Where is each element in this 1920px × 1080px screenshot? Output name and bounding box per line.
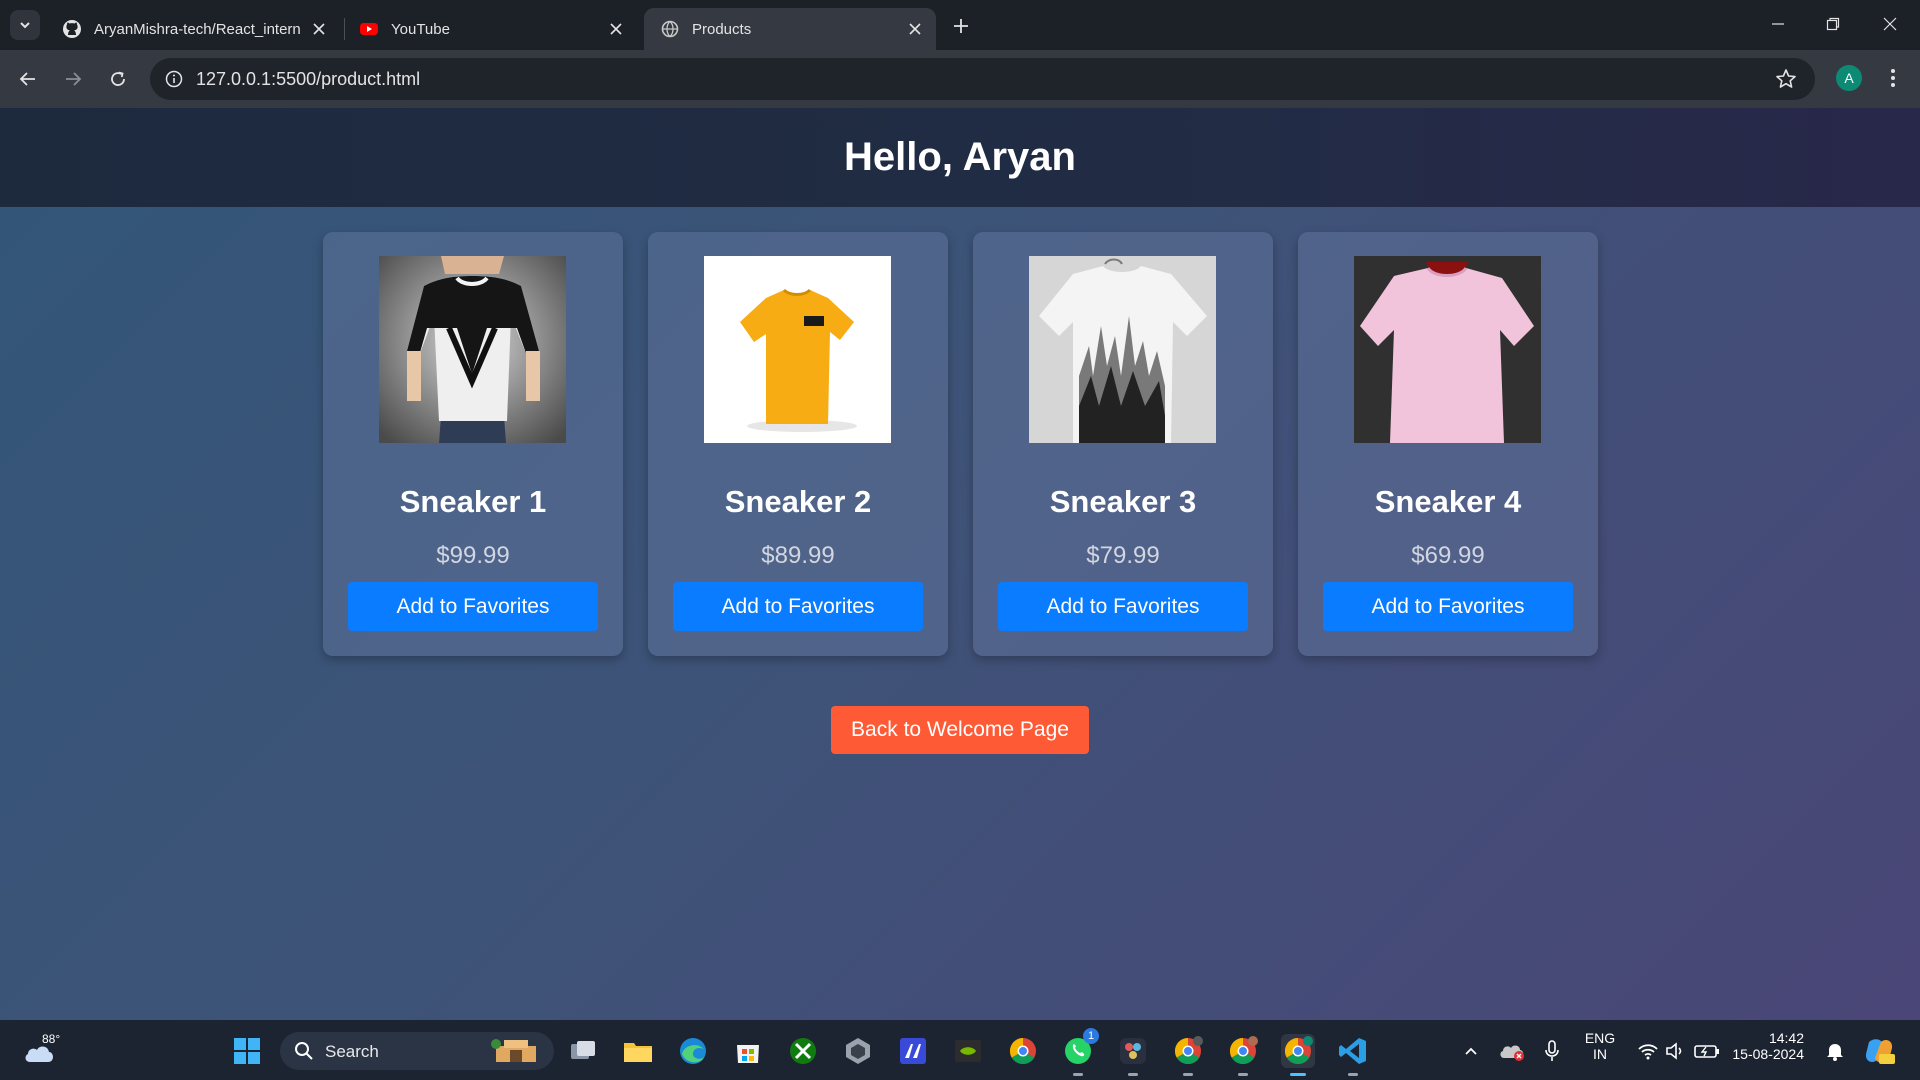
product-card: Sneaker 4 $69.99 Add to Favorites [1298,232,1598,656]
close-icon[interactable] [906,20,924,38]
chrome-profile-icon[interactable] [1171,1034,1205,1076]
search-icon [295,1042,313,1060]
product-image [1029,256,1216,443]
add-to-favorites-button[interactable]: Add to Favorites [348,582,598,631]
close-icon[interactable] [310,20,328,38]
globe-icon [660,19,680,39]
bookmark-star-icon[interactable] [1775,68,1797,90]
plus-icon [954,19,968,33]
clock-date: 15-08-2024 [1732,1046,1804,1062]
volume-icon[interactable] [1662,1034,1690,1068]
chrome-icon[interactable] [1006,1034,1040,1068]
close-icon[interactable] [607,20,625,38]
product-price: $79.99 [1086,542,1160,569]
product-name: Sneaker 4 [1374,484,1522,519]
close-icon [1883,17,1897,31]
microphone-icon[interactable] [1539,1034,1565,1068]
vscode-icon[interactable] [1336,1034,1370,1076]
product-price: $89.99 [761,542,835,569]
clock[interactable]: 14:42 15-08-2024 [1730,1030,1804,1062]
youtube-icon [359,19,379,39]
chevron-down-icon [20,22,30,29]
edge-browser-icon[interactable] [676,1034,710,1068]
chrome-profile-icon[interactable] [1226,1034,1260,1076]
minimize-button[interactable] [1758,8,1798,40]
microsoft-store-icon[interactable] [731,1034,765,1068]
reload-button[interactable] [102,63,134,95]
chrome-active-icon[interactable] [1281,1034,1315,1076]
chevron-up-icon[interactable] [1458,1034,1484,1068]
hexagon-app-icon[interactable] [841,1034,875,1068]
resolve-app-icon[interactable] [1116,1034,1150,1076]
minimize-icon [1772,23,1784,25]
arrow-right-icon [66,72,82,86]
editor-app-icon[interactable] [896,1034,930,1068]
address-bar[interactable]: 127.0.0.1:5500/product.html [150,58,1815,100]
profile-avatar[interactable]: A [1836,65,1862,91]
task-view-icon[interactable] [566,1034,600,1068]
region-code: IN [1593,1046,1607,1062]
notification-bell-icon[interactable] [1822,1034,1848,1068]
file-explorer-icon[interactable] [621,1034,655,1068]
whatsapp-icon[interactable]: 1 [1061,1028,1099,1076]
product-grid: Sneaker 1 $99.99 Add to Favorites Sneake… [323,232,1599,656]
product-name: Sneaker 1 [399,484,547,519]
page-title: Hello, Aryan [844,135,1076,179]
onedrive-error-icon[interactable] [1497,1034,1527,1068]
tab-title: Products [692,20,752,38]
back-nav-button[interactable] [12,63,44,95]
url-text[interactable]: 127.0.0.1:5500/product.html [196,69,420,90]
browser-tab-bar: AryanMishra-tech/React_intern YouTube Pr… [0,0,1920,50]
product-image [1354,256,1541,443]
add-to-favorites-button[interactable]: Add to Favorites [998,582,1248,631]
restore-icon [1826,17,1840,31]
tab-products[interactable]: Products [644,8,936,50]
tab-search-button[interactable] [10,10,40,40]
search-highlight-icon [491,1039,536,1062]
browser-toolbar: 127.0.0.1:5500/product.html A [0,50,1920,108]
tab-github[interactable]: AryanMishra-tech/React_intern [46,8,340,50]
windows-start-icon[interactable] [230,1034,264,1068]
product-card: Sneaker 2 $89.99 Add to Favorites [648,232,948,656]
tab-youtube[interactable]: YouTube [343,8,637,50]
taskbar: 88° Search 1 ENG IN 14:42 15-08-2024 [0,1020,1920,1080]
back-to-welcome-button[interactable]: Back to Welcome Page [831,706,1089,754]
copilot-icon[interactable] [1862,1034,1896,1068]
restore-button[interactable] [1813,8,1853,40]
add-to-favorites-button[interactable]: Add to Favorites [1323,582,1573,631]
battery-icon[interactable] [1692,1034,1722,1068]
search-label: Search [325,1042,379,1061]
product-card: Sneaker 3 $79.99 Add to Favorites [973,232,1273,656]
language-indicator[interactable]: ENG IN [1578,1030,1622,1062]
xbox-icon[interactable] [786,1034,820,1068]
reload-icon [111,71,125,86]
add-to-favorites-button[interactable]: Add to Favorites [673,582,923,631]
site-header: Hello, Aryan [0,108,1920,207]
product-image [704,256,891,443]
weather-widget[interactable]: 88° [22,1032,68,1068]
clock-time: 14:42 [1768,1030,1804,1046]
tab-title: AryanMishra-tech/React_intern [94,20,301,38]
wifi-icon[interactable] [1634,1034,1662,1068]
page-viewport: Hello, Aryan Sneaker 1 $99.99 Add to Fav… [0,108,1920,1020]
product-price: $99.99 [436,542,510,569]
new-tab-button[interactable] [948,13,974,39]
product-card: Sneaker 1 $99.99 Add to Favorites [323,232,623,656]
taskbar-search[interactable]: Search [280,1032,554,1070]
site-info-icon[interactable] [162,67,186,91]
weather-temp: 88° [42,1032,61,1046]
nvidia-icon[interactable] [951,1034,985,1068]
product-price: $69.99 [1411,542,1485,569]
language-code: ENG [1584,1030,1616,1046]
github-icon [62,19,82,39]
product-name: Sneaker 2 [724,484,872,519]
notification-badge: 1 [1083,1028,1099,1044]
close-window-button[interactable] [1870,8,1910,40]
browser-menu-icon[interactable] [1884,65,1902,91]
product-name: Sneaker 3 [1049,484,1197,519]
forward-nav-button[interactable] [57,63,89,95]
arrow-left-icon [19,72,35,86]
tab-title: YouTube [391,20,450,38]
product-image [379,256,566,443]
